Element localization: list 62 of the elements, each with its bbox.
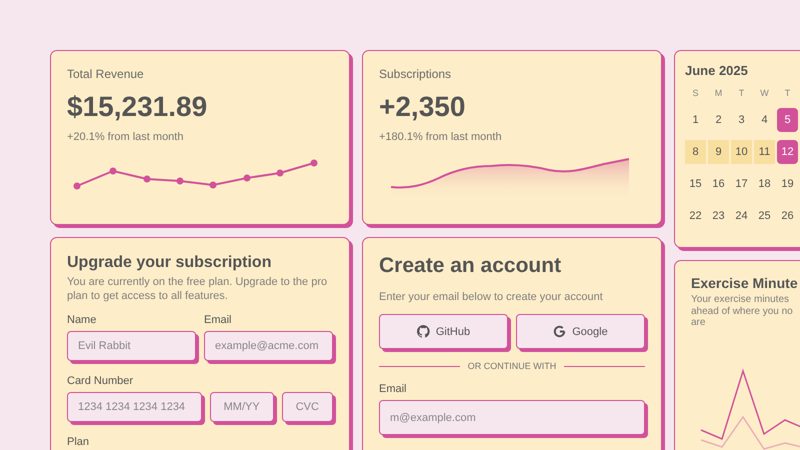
calendar-day[interactable]: 10 [731, 140, 752, 164]
card-description: Enter your email below to create your account [379, 290, 604, 304]
calendar-day[interactable]: 3 [731, 108, 752, 132]
field-label: Card Number [67, 374, 134, 387]
weekday-label: S [691, 88, 700, 100]
calendar-day[interactable]: 15 [685, 172, 706, 196]
calendar-day[interactable]: 11 [754, 140, 775, 164]
google-button[interactable]: Google [516, 314, 645, 350]
calendar-title: June 2025 [685, 63, 749, 78]
calendar-day[interactable]: 23 [708, 204, 729, 228]
card-title: Upgrade your subscription [67, 254, 272, 272]
field-label: Plan [67, 436, 90, 448]
calendar-day[interactable]: 26 [777, 204, 798, 228]
change-text: +180.1% from last month [379, 131, 503, 143]
chart-point [176, 178, 184, 184]
card-title: Total Revenue [67, 67, 145, 81]
field-label: Email [204, 314, 233, 326]
revenue-value: $15,231.89 [67, 91, 208, 123]
input-field[interactable]: Evil Rabbit [67, 330, 196, 361]
card-title: Subscriptions [379, 67, 452, 81]
card-description: You are currently on the free plan. Upgrade to the pro plan to get access to all features. [67, 275, 328, 304]
card-description: Your exercise minutes ahead of where you no are [691, 294, 794, 328]
calendar-day[interactable]: 22 [685, 204, 706, 228]
calendar-day[interactable]: 16 [708, 172, 729, 196]
calendar-day[interactable]: 17 [731, 172, 752, 196]
change-text: +20.1% from last month [67, 131, 184, 143]
calendar-day[interactable]: 18 [754, 172, 775, 196]
calendar-day[interactable]: 4 [754, 108, 775, 132]
chart-point [74, 182, 80, 190]
chart-point [310, 160, 318, 166]
weekday-label: M [714, 88, 724, 100]
chart-point [110, 168, 116, 174]
calendar-day[interactable]: 24 [731, 204, 752, 228]
calendar-day[interactable]: 2 [708, 108, 729, 132]
input-field[interactable]: 1234 1234 1234 1234 [67, 392, 202, 422]
weekday-label: T [784, 88, 792, 100]
github-icon [416, 325, 430, 338]
chart-point [276, 170, 284, 176]
weekday-label: W [759, 88, 770, 100]
calendar-day[interactable]: 5 [777, 108, 798, 132]
card-title: Exercise Minute [691, 275, 799, 291]
calendar-day[interactable]: 25 [754, 204, 775, 228]
input-field[interactable]: MM/YY [210, 392, 274, 422]
input-field[interactable]: example@acme.com [204, 330, 333, 361]
chart-point [144, 176, 150, 182]
chart-point [244, 174, 250, 182]
subscriptions-value: +2,350 [379, 91, 466, 123]
chart-point [210, 182, 216, 188]
card-title: Create an account [379, 254, 562, 278]
google-icon [553, 325, 566, 338]
input-field[interactable]: CVC [282, 392, 333, 422]
calendar-day[interactable]: 12 [777, 140, 798, 164]
input-field[interactable]: m@example.com [379, 400, 645, 436]
divider-text: OR CONTINUE WITH [468, 361, 556, 372]
calendar-day[interactable]: 9 [708, 140, 729, 164]
calendar-day[interactable]: 1 [685, 108, 706, 132]
weekday-label: T [738, 88, 746, 100]
calendar-day[interactable]: 19 [777, 172, 798, 196]
calendar-day[interactable]: 8 [685, 140, 706, 164]
field-label: Email [379, 383, 408, 396]
github-button[interactable]: GitHub [379, 314, 508, 350]
field-label: Name [67, 314, 98, 326]
